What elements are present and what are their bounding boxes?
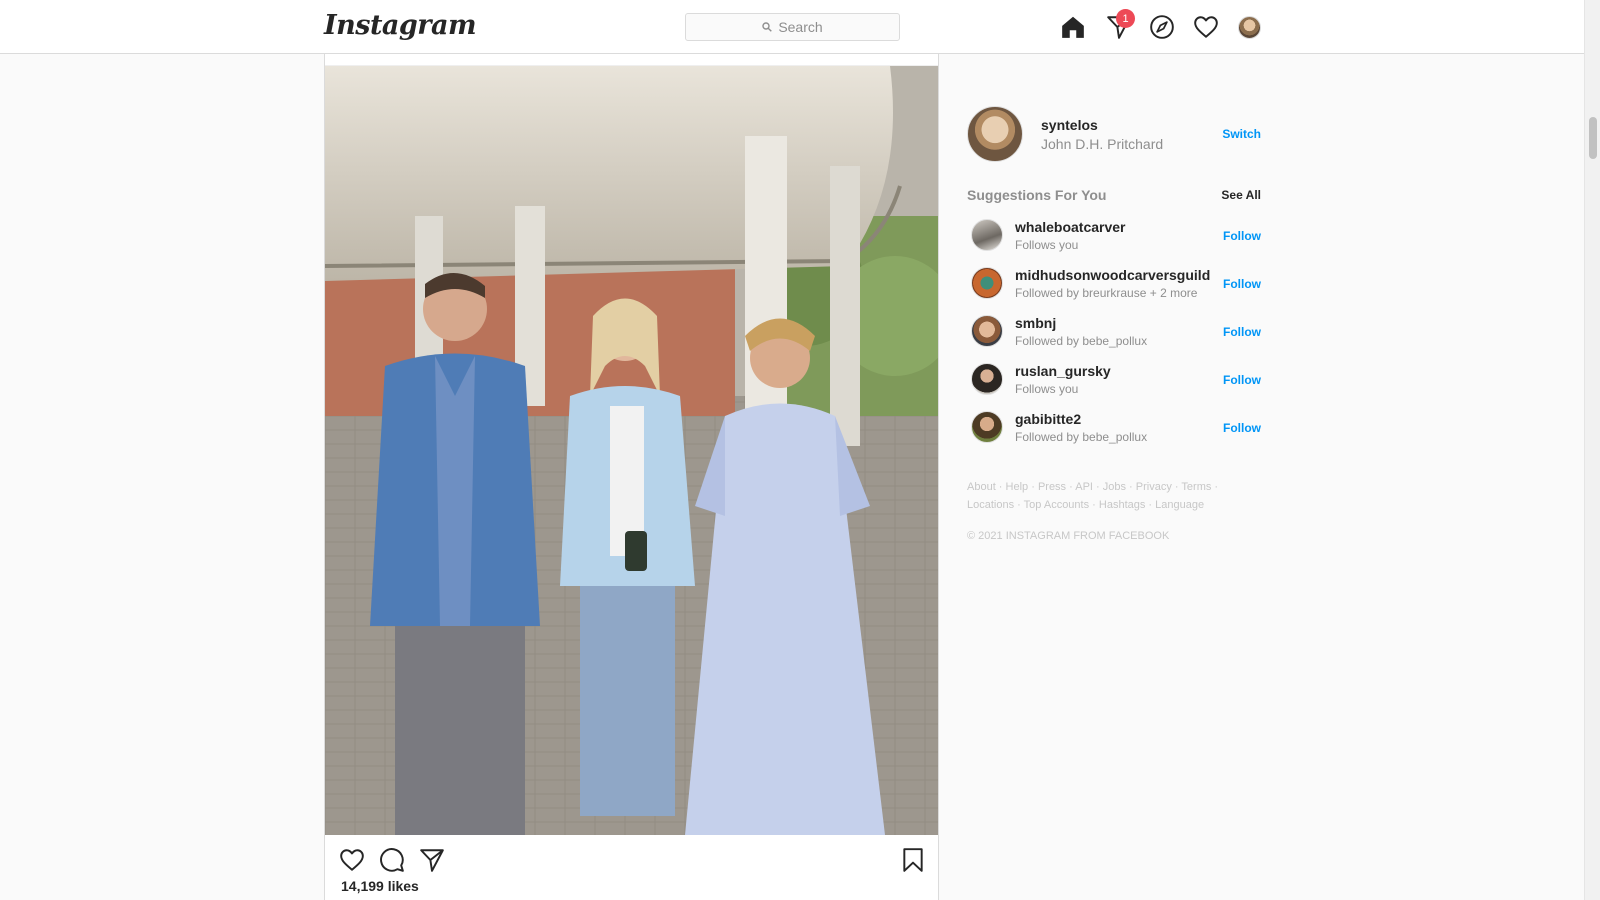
- footer-link-hashtags[interactable]: Hashtags: [1099, 499, 1145, 511]
- suggestion-username[interactable]: gabibitte2: [1015, 411, 1081, 427]
- follow-button[interactable]: Follow: [1223, 325, 1261, 339]
- footer-link-press[interactable]: Press: [1038, 481, 1066, 493]
- footer-link-terms[interactable]: Terms: [1181, 481, 1211, 493]
- suggestion-item: midhudsonwoodcarversguild Followed by br…: [967, 260, 1261, 308]
- suggestion-item: smbnj Followed by bebe_pollux Follow: [967, 308, 1261, 356]
- suggestion-subtitle: Followed by bebe_pollux: [1015, 334, 1148, 348]
- likes-count[interactable]: 14,199 likes: [341, 878, 419, 894]
- suggestion-item: whaleboatcarver Follows you Follow: [967, 212, 1261, 260]
- search-placeholder: Search: [778, 19, 823, 35]
- suggestion-avatar[interactable]: [971, 363, 1003, 395]
- share-icon[interactable]: [419, 847, 445, 873]
- page-scrollbar[interactable]: [1584, 0, 1600, 900]
- explore-icon[interactable]: [1149, 14, 1175, 40]
- switch-account-button[interactable]: Switch: [1222, 127, 1261, 141]
- feed-post: 14,199 likes: [324, 54, 939, 900]
- suggestion-subtitle: Follows you: [1015, 382, 1079, 396]
- instagram-logo[interactable]: Instagram: [324, 10, 477, 41]
- suggestion-avatar[interactable]: [971, 411, 1003, 443]
- save-bookmark-icon[interactable]: [900, 847, 926, 873]
- suggestion-subtitle: Follows you: [1015, 238, 1079, 252]
- footer-links: About · Help · Press · API · Jobs · Priv…: [967, 481, 1219, 511]
- suggestion-subtitle: Followed by breurkrause + 2 more: [1015, 286, 1198, 300]
- follow-button[interactable]: Follow: [1223, 421, 1261, 435]
- suggestion-username[interactable]: smbnj: [1015, 315, 1056, 331]
- footer-link-language[interactable]: Language: [1155, 499, 1204, 511]
- suggestion-username[interactable]: ruslan_gursky: [1015, 363, 1111, 379]
- suggestions-header: Suggestions For You See All: [967, 187, 1261, 203]
- suggestion-avatar[interactable]: [971, 315, 1003, 347]
- profile-avatar[interactable]: [1238, 16, 1261, 39]
- current-username[interactable]: syntelos: [1041, 117, 1098, 133]
- see-all-link[interactable]: See All: [1221, 188, 1261, 202]
- suggestion-avatar[interactable]: [971, 219, 1003, 251]
- footer-link-privacy[interactable]: Privacy: [1136, 481, 1172, 493]
- current-user-card: syntelos John D.H. Pritchard Switch: [967, 106, 1261, 162]
- comment-icon[interactable]: [379, 847, 405, 873]
- activity-heart-icon[interactable]: [1193, 14, 1219, 40]
- suggestion-username[interactable]: whaleboatcarver: [1015, 219, 1126, 235]
- suggestion-subtitle: Followed by bebe_pollux: [1015, 430, 1148, 444]
- suggestion-avatar[interactable]: [971, 267, 1003, 299]
- footer-link-help[interactable]: Help: [1006, 481, 1029, 493]
- footer-link-top-accounts[interactable]: Top Accounts: [1024, 499, 1089, 511]
- follow-button[interactable]: Follow: [1223, 277, 1261, 291]
- search-icon: [762, 22, 773, 32]
- scrollbar-thumb[interactable]: [1589, 117, 1597, 159]
- copyright: © 2021 INSTAGRAM FROM FACEBOOK: [967, 530, 1170, 542]
- suggestion-item: ruslan_gursky Follows you Follow: [967, 356, 1261, 404]
- footer-link-jobs[interactable]: Jobs: [1103, 481, 1126, 493]
- follow-button[interactable]: Follow: [1223, 229, 1261, 243]
- footer-link-api[interactable]: API: [1075, 481, 1093, 493]
- suggestion-username[interactable]: midhudsonwoodcarversguild: [1015, 267, 1210, 283]
- footer-link-about[interactable]: About: [967, 481, 996, 493]
- suggestions-list: whaleboatcarver Follows you Follow midhu…: [967, 212, 1261, 452]
- current-user-avatar[interactable]: [967, 106, 1023, 162]
- follow-button[interactable]: Follow: [1223, 373, 1261, 387]
- like-heart-icon[interactable]: [339, 847, 365, 873]
- home-icon[interactable]: [1060, 14, 1086, 40]
- top-nav-bar: Instagram Search 1: [0, 0, 1584, 54]
- notification-badge: 1: [1116, 9, 1135, 28]
- suggestion-item: gabibitte2 Followed by bebe_pollux Follo…: [967, 404, 1261, 452]
- suggestions-title: Suggestions For You: [967, 187, 1107, 203]
- search-input[interactable]: Search: [685, 13, 900, 41]
- current-full-name: John D.H. Pritchard: [1041, 136, 1164, 152]
- footer-link-locations[interactable]: Locations: [967, 499, 1014, 511]
- post-photo[interactable]: [325, 66, 938, 835]
